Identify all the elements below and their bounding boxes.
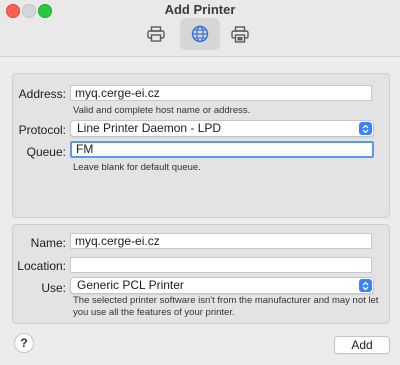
address-field[interactable]: myq.cerge-ei.cz bbox=[70, 85, 372, 101]
updown-arrows-icon bbox=[359, 122, 372, 135]
updown-arrows-icon bbox=[359, 279, 372, 292]
toolbar-default-printer[interactable] bbox=[136, 18, 176, 50]
protocol-select[interactable]: Line Printer Daemon - LPD bbox=[70, 120, 374, 137]
add-button[interactable]: Add bbox=[334, 336, 390, 354]
windows-printer-icon bbox=[231, 25, 249, 43]
location-label: Location: bbox=[17, 259, 66, 273]
help-button[interactable]: ? bbox=[14, 333, 34, 353]
globe-icon bbox=[191, 25, 209, 43]
address-label: Address: bbox=[18, 87, 66, 101]
use-label: Use: bbox=[41, 281, 66, 295]
toolbar-ip-printer[interactable] bbox=[180, 18, 220, 50]
name-label: Name: bbox=[30, 236, 66, 250]
queue-label: Queue: bbox=[26, 145, 66, 159]
printer-software-warning: The selected printer software isn't from… bbox=[73, 295, 379, 318]
queue-hint: Leave blank for default queue. bbox=[73, 162, 201, 173]
printer-icon bbox=[147, 26, 165, 42]
address-hint: Valid and complete host name or address. bbox=[73, 105, 251, 116]
queue-field[interactable]: FM bbox=[70, 141, 374, 158]
toolbar-windows-printer[interactable] bbox=[220, 18, 260, 50]
use-value: Generic PCL Printer bbox=[77, 278, 184, 292]
name-field[interactable]: myq.cerge-ei.cz bbox=[70, 233, 372, 249]
window-title: Add Printer bbox=[164, 2, 236, 17]
protocol-value: Line Printer Daemon - LPD bbox=[77, 121, 222, 135]
protocol-label: Protocol: bbox=[18, 123, 66, 137]
add-printer-window: Add Printer Address: myq.cerge-ei.cz Val… bbox=[0, 0, 400, 365]
title-bar: Add Printer bbox=[0, 0, 400, 57]
location-field[interactable] bbox=[70, 257, 372, 273]
use-select[interactable]: Generic PCL Printer bbox=[70, 277, 374, 294]
